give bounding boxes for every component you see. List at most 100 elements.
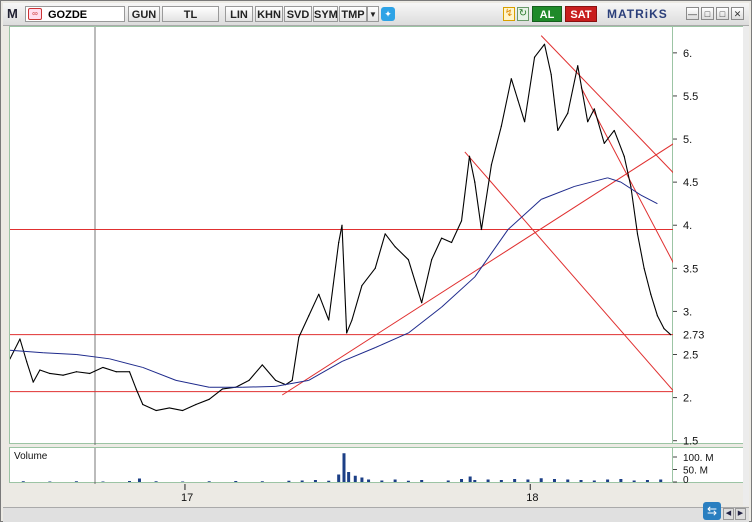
price-segment xyxy=(182,403,197,412)
moving-average-segment xyxy=(341,347,376,362)
time-axis: 17 18 xyxy=(9,484,673,506)
volume-bar xyxy=(499,480,503,482)
buy-button[interactable]: AL xyxy=(532,6,562,22)
price-point xyxy=(543,43,546,45)
price-segment xyxy=(421,259,433,303)
y-axis-tick-label: 4. xyxy=(683,220,692,232)
refresh-icon[interactable]: ↻ xyxy=(517,7,529,21)
volume-bar xyxy=(460,479,464,482)
price-point xyxy=(524,121,526,123)
volume-bar xyxy=(539,478,543,482)
price-point xyxy=(441,237,443,239)
price-point xyxy=(623,155,625,157)
price-point xyxy=(328,319,330,321)
template-dropdown-icon[interactable]: ▼ xyxy=(367,6,379,22)
scale-button[interactable]: LIN xyxy=(225,6,253,22)
volume-bar xyxy=(300,480,304,482)
price-segment xyxy=(89,366,104,374)
price-point xyxy=(135,388,137,390)
price-segment xyxy=(500,78,512,127)
volume-bar xyxy=(566,479,570,482)
chart-type-button[interactable]: KHN xyxy=(255,6,283,22)
price-point xyxy=(208,398,210,400)
volume-bar xyxy=(513,479,517,482)
price-y-axis-svg: 1.5 2. 2.5 3. 3.5 4. 4.5 5. 5.5 6. 2.73 xyxy=(673,48,709,448)
symbol-value: GOZDE xyxy=(48,9,88,21)
price-point xyxy=(182,409,184,412)
chart-settings-icon[interactable]: ⇆ xyxy=(703,502,721,520)
vertical-scrollbar[interactable] xyxy=(743,26,749,506)
maximize-button[interactable]: □ xyxy=(716,7,729,20)
y-axis-tick-label: 5. xyxy=(683,134,692,146)
chart-window: M GOZDE ∞ GUN TL LIN KHN SVD SYM TMP ▼ ✦… xyxy=(0,0,752,522)
bottom-bar: ⇆ ◀ ▶ xyxy=(3,502,749,522)
minimize-button[interactable]: — xyxy=(686,7,699,20)
price-point xyxy=(291,379,293,381)
sym-button[interactable]: SYM xyxy=(313,6,338,22)
volume-bar xyxy=(468,476,472,482)
time-axis-svg: 17 18 xyxy=(181,484,538,504)
volume-bar xyxy=(446,480,450,482)
template-button[interactable]: TMP xyxy=(339,6,367,22)
price-point xyxy=(577,65,579,67)
price-segment xyxy=(328,242,340,321)
volume-plot-area[interactable]: Volume xyxy=(9,447,673,484)
y-axis-tick-label: 6. xyxy=(683,48,692,60)
link-icon[interactable]: ∞ xyxy=(28,8,42,20)
moving-average-segment xyxy=(574,177,608,187)
price-point xyxy=(450,241,453,244)
price-chart-svg xyxy=(10,27,674,445)
volume-bar xyxy=(353,475,357,482)
price-point xyxy=(89,372,91,375)
moving-average-segment xyxy=(10,349,44,354)
price-point xyxy=(643,267,645,269)
twitter-icon[interactable]: ✦ xyxy=(381,7,395,21)
price-point xyxy=(128,371,131,373)
moving-average-segment xyxy=(242,385,276,388)
price-point xyxy=(510,78,512,80)
price-point xyxy=(656,315,659,317)
close-button[interactable]: ✕ xyxy=(731,7,744,20)
price-segment xyxy=(351,285,363,321)
sell-button[interactable]: SAT xyxy=(565,6,597,22)
price-point xyxy=(19,338,21,340)
volume-bar xyxy=(313,480,317,482)
price-point xyxy=(474,181,476,183)
price-point xyxy=(115,371,117,373)
price-point xyxy=(195,403,197,406)
volume-bar xyxy=(347,472,351,482)
price-segment xyxy=(208,388,223,400)
price-segment xyxy=(155,407,170,412)
volume-bar xyxy=(260,481,264,482)
price-point xyxy=(308,315,310,317)
volume-bar xyxy=(327,480,331,482)
scroll-right-button[interactable]: ▶ xyxy=(735,508,746,520)
svd-button[interactable]: SVD xyxy=(284,6,312,22)
price-segment xyxy=(374,233,386,269)
restore-button[interactable]: □ xyxy=(701,7,714,20)
price-point xyxy=(346,332,348,334)
volume-bar xyxy=(420,480,424,482)
currency-button[interactable]: TL xyxy=(162,6,219,22)
y-axis-tick-label: 3. xyxy=(683,306,692,318)
lightning-icon[interactable]: ↯ xyxy=(503,7,515,21)
price-segment xyxy=(577,65,589,122)
price-point xyxy=(374,267,376,269)
price-point xyxy=(341,224,343,226)
price-point xyxy=(32,381,34,383)
price-segment xyxy=(643,268,652,295)
volume-y-axis: 100. M 50. M0 xyxy=(673,447,743,486)
period-button[interactable]: GUN xyxy=(128,6,160,22)
price-point xyxy=(460,220,463,222)
volume-bar xyxy=(393,479,397,482)
price-segment xyxy=(587,108,595,123)
price-point xyxy=(587,121,589,123)
scroll-left-button[interactable]: ◀ xyxy=(723,508,734,520)
trend-line xyxy=(540,35,674,174)
price-plot-area[interactable] xyxy=(9,26,674,445)
moving-average-segment xyxy=(142,366,177,381)
moving-average-segment xyxy=(308,360,343,381)
price-segment xyxy=(346,319,353,334)
volume-bar xyxy=(632,480,636,482)
volume-bar xyxy=(360,477,364,482)
